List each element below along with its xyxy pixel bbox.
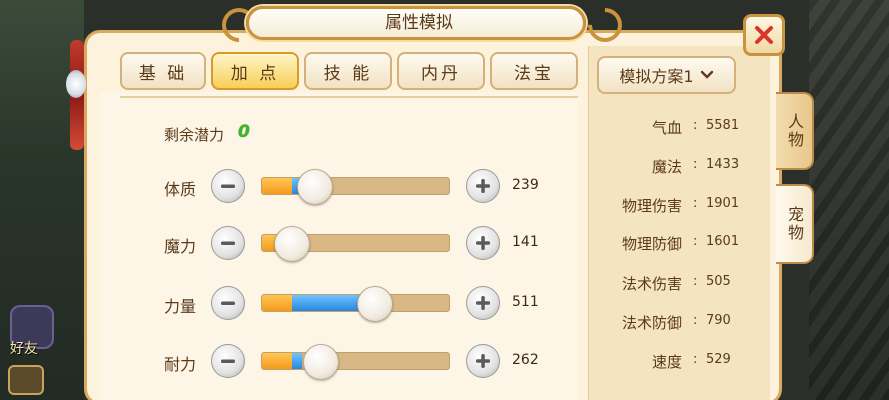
stat-separator: : (693, 118, 698, 133)
stats-area (588, 46, 770, 400)
remaining-potential-label: 剩余潜力 (164, 126, 225, 144)
endurance-slider[interactable] (261, 344, 450, 380)
minus-icon (221, 184, 235, 188)
tab-inner-elixir[interactable]: 内丹 (397, 52, 485, 90)
close-button[interactable] (743, 14, 785, 56)
minus-icon (221, 241, 235, 245)
magic-value: 141 (512, 234, 539, 250)
scheme-dropdown[interactable]: 模拟方案1 (597, 56, 736, 94)
increase-magic-button[interactable] (466, 226, 500, 260)
tab-basic[interactable]: 基 础 (120, 52, 206, 90)
endurance-value: 262 (512, 352, 539, 368)
plus-icon (476, 296, 490, 310)
stat-separator: : (693, 313, 698, 328)
close-icon (755, 26, 773, 44)
stat-separator: : (693, 352, 698, 367)
stat-label-magic-damage: 法术伤害 (621, 275, 682, 293)
attribute-label-endurance: 耐力 (164, 355, 197, 374)
tab-divider (120, 96, 578, 98)
stat-value-mp: 1433 (706, 157, 740, 172)
attribute-label-strength: 力量 (164, 297, 197, 316)
constitution-base-fill (262, 178, 293, 194)
stat-label-physical-damage: 物理伤害 (621, 197, 682, 215)
decrease-constitution-button[interactable] (211, 169, 245, 203)
title-banner: 属性模拟 (246, 6, 586, 40)
minus-icon (221, 359, 235, 363)
stat-value-magic-defense: 790 (706, 313, 731, 328)
decrease-endurance-button[interactable] (211, 344, 245, 378)
stat-label-hp: 气血 (651, 119, 682, 137)
attribute-label-constitution: 体质 (164, 180, 197, 199)
side-tab-pet[interactable]: 宠物 (776, 184, 814, 264)
strength-value: 511 (512, 294, 539, 310)
increase-constitution-button[interactable] (466, 169, 500, 203)
stat-separator: : (693, 274, 698, 289)
chevron-down-icon (700, 70, 713, 79)
endurance-base-fill (262, 353, 293, 369)
constitution-value: 239 (512, 177, 539, 193)
stat-value-physical-defense: 1601 (706, 234, 740, 249)
endurance-slider-handle[interactable] (302, 344, 339, 380)
increase-endurance-button[interactable] (466, 344, 500, 378)
stat-separator: : (693, 196, 698, 211)
plus-icon (476, 236, 490, 250)
stat-value-speed: 529 (706, 352, 731, 367)
minus-icon (221, 301, 235, 305)
constitution-slider[interactable] (261, 169, 450, 205)
magic-slider[interactable] (261, 226, 450, 262)
tassel-knot-icon (66, 70, 86, 98)
stat-label-mp: 魔法 (651, 158, 682, 176)
stat-value-hp: 5581 (706, 118, 740, 133)
side-tab-character[interactable]: 人物 (776, 92, 814, 170)
tab-add-points[interactable]: 加 点 (211, 52, 299, 90)
decrease-magic-button[interactable] (211, 226, 245, 260)
endurance-added-fill (292, 353, 302, 369)
friend-label: 好友 (10, 341, 38, 357)
stat-value-magic-damage: 505 (706, 274, 731, 289)
stat-label-physical-defense: 物理防御 (621, 235, 682, 253)
chat-icon[interactable] (8, 365, 44, 395)
stat-separator: : (693, 157, 698, 172)
strength-base-fill (262, 295, 293, 311)
scheme-label: 模拟方案1 (619, 67, 694, 86)
strength-slider[interactable] (261, 286, 450, 322)
constitution-slider-handle[interactable] (296, 169, 333, 205)
remaining-potential-value: 0 (238, 122, 250, 142)
increase-strength-button[interactable] (466, 286, 500, 320)
attribute-label-magic: 魔力 (164, 237, 197, 256)
tab-skills[interactable]: 技 能 (304, 52, 392, 90)
stat-separator: : (693, 234, 698, 249)
plus-icon (476, 354, 490, 368)
window-title: 属性模拟 (385, 13, 453, 33)
stat-value-physical-damage: 1901 (706, 196, 740, 211)
stat-label-speed: 速度 (651, 353, 682, 371)
tab-treasure[interactable]: 法宝 (490, 52, 578, 90)
stat-label-magic-defense: 法术防御 (621, 314, 682, 332)
decrease-strength-button[interactable] (211, 286, 245, 320)
magic-slider-handle[interactable] (274, 226, 311, 262)
game-background-texture (809, 0, 889, 400)
plus-icon (476, 179, 490, 193)
